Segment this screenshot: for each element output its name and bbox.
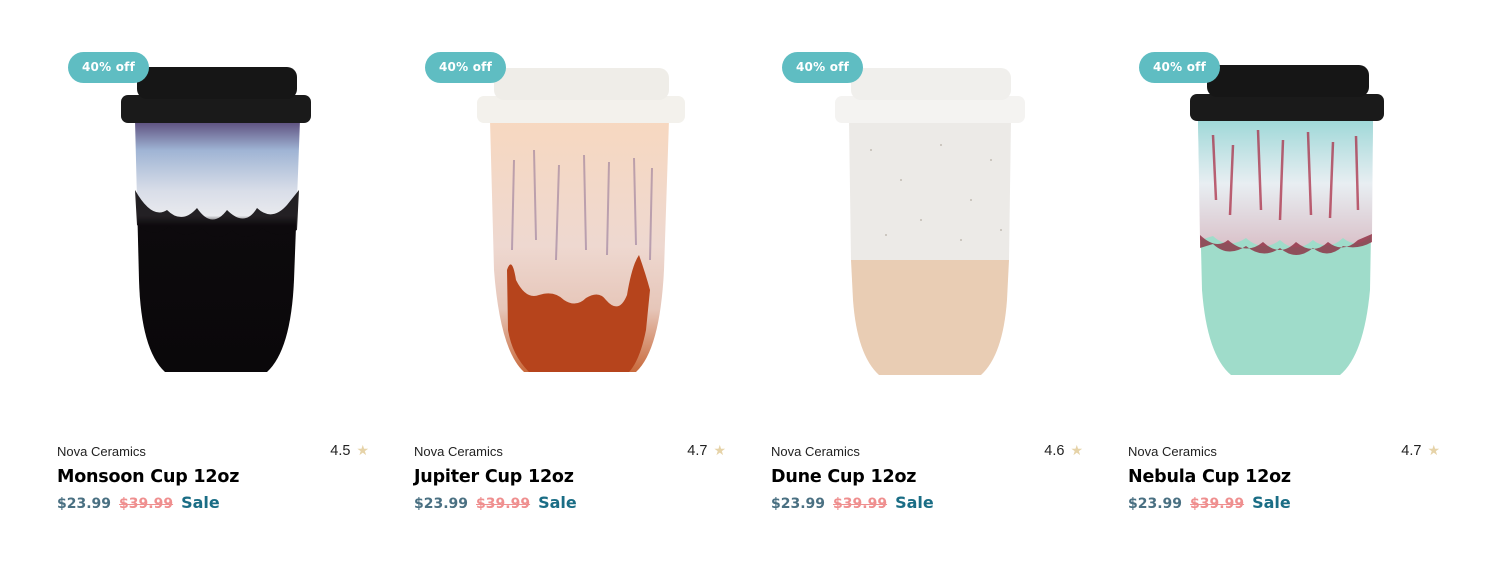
star-icon: ★ (356, 443, 369, 459)
original-price: $39.99 (833, 496, 888, 512)
price-row: $23.99 $39.99 Sale (57, 493, 371, 512)
product-grid: 40% off Nova Ceramics 4.5 ★ Monsoon Cup … (57, 50, 1442, 520)
discount-badge: 40% off (1139, 52, 1220, 83)
product-info: Nova Ceramics 4.5 ★ Monsoon Cup 12oz $23… (57, 443, 371, 512)
sale-price: $23.99 (414, 496, 469, 512)
product-image[interactable]: 40% off (57, 50, 371, 395)
price-row: $23.99 $39.99 Sale (414, 493, 728, 512)
brand-name: Nova Ceramics (414, 443, 503, 459)
original-price: $39.99 (1190, 496, 1245, 512)
star-icon: ★ (1070, 443, 1083, 459)
product-image[interactable]: 40% off (1128, 50, 1442, 395)
discount-badge: 40% off (782, 52, 863, 83)
product-card-monsoon[interactable]: 40% off Nova Ceramics 4.5 ★ Monsoon Cup … (57, 50, 371, 520)
product-image[interactable]: 40% off (771, 50, 1085, 395)
brand-name: Nova Ceramics (771, 443, 860, 459)
product-info: Nova Ceramics 4.7 ★ Jupiter Cup 12oz $23… (414, 443, 728, 512)
sale-label: Sale (538, 493, 577, 512)
product-card-nebula[interactable]: 40% off Nova Ceramics 4.7 ★ Nebula Cup 1… (1128, 50, 1442, 520)
product-title[interactable]: Monsoon Cup 12oz (57, 465, 371, 489)
original-price: $39.99 (119, 496, 174, 512)
star-icon: ★ (713, 443, 726, 459)
star-icon: ★ (1427, 443, 1440, 459)
original-price: $39.99 (476, 496, 531, 512)
brand-name: Nova Ceramics (57, 443, 146, 459)
rating-value: 4.7 (687, 443, 708, 459)
product-title[interactable]: Jupiter Cup 12oz (414, 465, 728, 489)
sale-label: Sale (895, 493, 934, 512)
product-rating: 4.7 ★ (687, 443, 728, 459)
sale-price: $23.99 (1128, 496, 1183, 512)
rating-value: 4.6 (1044, 443, 1065, 459)
price-row: $23.99 $39.99 Sale (771, 493, 1085, 512)
product-card-dune[interactable]: 40% off Nova Ceramics 4.6 ★ Dune Cup 12o… (771, 50, 1085, 520)
product-rating: 4.7 ★ (1401, 443, 1442, 459)
discount-badge: 40% off (68, 52, 149, 83)
jupiter-cup-image (477, 68, 685, 372)
rating-value: 4.5 (330, 443, 351, 459)
price-row: $23.99 $39.99 Sale (1128, 493, 1442, 512)
product-title[interactable]: Nebula Cup 12oz (1128, 465, 1442, 489)
product-rating: 4.6 ★ (1044, 443, 1085, 459)
product-card-jupiter[interactable]: 40% off Nova Ceramics 4.7 ★ Jupiter Cup … (414, 50, 728, 520)
nebula-cup-image (1190, 65, 1384, 375)
sale-price: $23.99 (57, 496, 112, 512)
dune-cup-image (835, 68, 1025, 375)
product-image[interactable]: 40% off (414, 50, 728, 395)
product-info: Nova Ceramics 4.6 ★ Dune Cup 12oz $23.99… (771, 443, 1085, 512)
brand-name: Nova Ceramics (1128, 443, 1217, 459)
monsoon-cup-image (121, 67, 311, 372)
discount-badge: 40% off (425, 52, 506, 83)
sale-price: $23.99 (771, 496, 826, 512)
product-title[interactable]: Dune Cup 12oz (771, 465, 1085, 489)
product-rating: 4.5 ★ (330, 443, 371, 459)
sale-label: Sale (1252, 493, 1291, 512)
sale-label: Sale (181, 493, 220, 512)
rating-value: 4.7 (1401, 443, 1422, 459)
product-info: Nova Ceramics 4.7 ★ Nebula Cup 12oz $23.… (1128, 443, 1442, 512)
